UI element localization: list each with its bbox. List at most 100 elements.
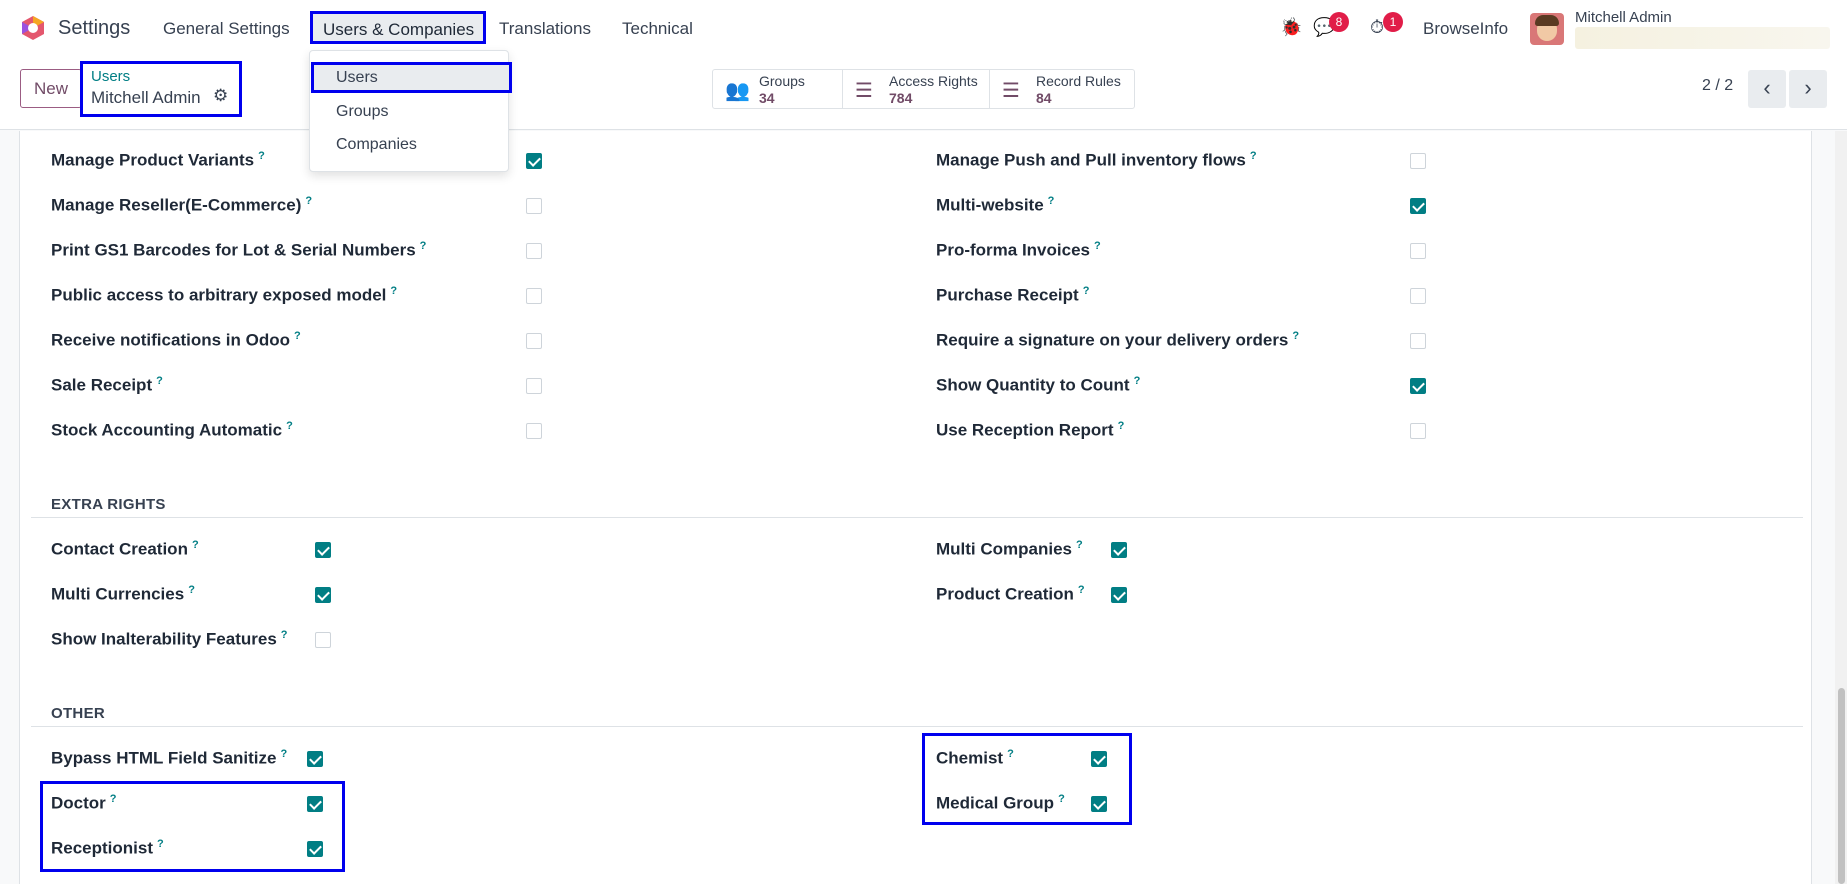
- field-label-text: Require a signature on your delivery ord…: [936, 330, 1289, 350]
- section-title-extra-rights: EXTRA RIGHTS: [51, 496, 166, 513]
- help-tooltip-icon[interactable]: ?: [305, 195, 312, 207]
- field-label-text: Multi-website: [936, 195, 1044, 215]
- checkbox-manage-product-variants[interactable]: [526, 153, 542, 169]
- help-tooltip-icon[interactable]: ?: [1076, 539, 1083, 551]
- checkbox-contact-creation[interactable]: [315, 542, 331, 558]
- checkbox-bypass-html-field-sanitize[interactable]: [307, 751, 323, 767]
- field-label-print-gs1-barcodes-for-lot-serial-numbers: Print GS1 Barcodes for Lot & Serial Numb…: [51, 240, 426, 261]
- checkbox-print-gs1-barcodes-for-lot-serial-numbers[interactable]: [526, 243, 542, 259]
- list-icon: ☰: [1002, 80, 1020, 102]
- dropdown-item-companies[interactable]: Companies: [336, 136, 417, 154]
- help-tooltip-icon[interactable]: ?: [1292, 330, 1299, 342]
- highlight-box: [40, 781, 345, 872]
- help-tooltip-icon[interactable]: ?: [1250, 150, 1257, 162]
- checkbox-use-reception-report[interactable]: [1410, 423, 1426, 439]
- help-tooltip-icon[interactable]: ?: [1078, 584, 1085, 596]
- help-tooltip-icon[interactable]: ?: [420, 240, 427, 252]
- debug-bug-icon[interactable]: 🐞: [1280, 17, 1302, 38]
- record-rules-smart-button[interactable]: ☰ Record Rules 84: [990, 70, 1134, 108]
- menu-translations[interactable]: Translations: [499, 19, 591, 39]
- checkbox-receive-notifications-in-odoo[interactable]: [526, 333, 542, 349]
- field-label-manage-product-variants: Manage Product Variants?: [51, 150, 265, 171]
- users-companies-dropdown: Users Groups Companies: [309, 50, 512, 172]
- field-label-stock-accounting-automatic: Stock Accounting Automatic?: [51, 420, 293, 441]
- access-rights-smart-button[interactable]: ☰ Access Rights 784: [843, 70, 990, 108]
- checkbox-multi-website[interactable]: [1410, 198, 1426, 214]
- user-menu-name[interactable]: Mitchell Admin: [1575, 9, 1672, 26]
- smart-button-count: 784: [889, 90, 913, 106]
- help-tooltip-icon[interactable]: ?: [1118, 420, 1125, 432]
- checkbox-product-creation[interactable]: [1111, 587, 1127, 603]
- checkbox-stock-accounting-automatic[interactable]: [526, 423, 542, 439]
- groups-smart-button[interactable]: 👥 Groups 34: [713, 70, 843, 108]
- field-label-multi-website: Multi-website?: [936, 195, 1054, 216]
- smart-button-label: Access Rights: [889, 73, 978, 89]
- messages-badge: 8: [1329, 12, 1349, 32]
- activities-badge: 1: [1383, 12, 1403, 32]
- help-tooltip-icon[interactable]: ?: [294, 330, 301, 342]
- checkbox-pro-forma-invoices[interactable]: [1410, 243, 1426, 259]
- section-divider: [31, 517, 1803, 518]
- chevron-left-icon: ‹: [1763, 75, 1771, 100]
- checkbox-show-inalterability-features[interactable]: [315, 632, 331, 648]
- gear-icon[interactable]: ⚙: [213, 86, 228, 106]
- help-tooltip-icon[interactable]: ?: [1094, 240, 1101, 252]
- field-label-purchase-receipt: Purchase Receipt?: [936, 285, 1089, 306]
- checkbox-multi-companies[interactable]: [1111, 542, 1127, 558]
- field-label-text: Stock Accounting Automatic: [51, 420, 283, 440]
- help-tooltip-icon[interactable]: ?: [1048, 195, 1055, 207]
- field-label-text: Manage Reseller(E-Commerce): [51, 195, 302, 215]
- help-tooltip-icon[interactable]: ?: [188, 584, 195, 596]
- odoo-logo-icon[interactable]: [20, 15, 46, 41]
- field-label-manage-reseller-e-commerce: Manage Reseller(E-Commerce)?: [51, 195, 312, 216]
- menu-users-companies[interactable]: Users & Companies: [310, 11, 486, 44]
- checkbox-manage-reseller-e-commerce[interactable]: [526, 198, 542, 214]
- field-label-text: Sale Receipt: [51, 375, 153, 395]
- help-tooltip-icon[interactable]: ?: [280, 748, 287, 760]
- checkbox-manage-push-and-pull-inventory-flows[interactable]: [1410, 153, 1426, 169]
- dropdown-item-users[interactable]: Users: [311, 62, 512, 93]
- field-label-public-access-to-arbitrary-exposed-model: Public access to arbitrary exposed model…: [51, 285, 397, 306]
- field-label-receive-notifications-in-odoo: Receive notifications in Odoo?: [51, 330, 301, 351]
- help-tooltip-icon[interactable]: ?: [192, 539, 199, 551]
- help-tooltip-icon[interactable]: ?: [1134, 375, 1141, 387]
- dropdown-item-groups[interactable]: Groups: [336, 103, 388, 121]
- pager-next-button[interactable]: ›: [1789, 70, 1827, 108]
- field-label-text: Multi Currencies: [51, 584, 185, 604]
- breadcrumb-users-link[interactable]: Users: [91, 68, 130, 85]
- app-title[interactable]: Settings: [58, 17, 130, 40]
- help-tooltip-icon[interactable]: ?: [390, 285, 397, 297]
- top-navbar: Settings General Settings Users & Compan…: [0, 0, 1847, 57]
- field-label-product-creation: Product Creation?: [936, 584, 1085, 605]
- scrollbar-thumb[interactable]: [1838, 688, 1845, 884]
- field-label-text: Bypass HTML Field Sanitize: [51, 748, 277, 768]
- smart-button-label: Record Rules: [1036, 73, 1121, 89]
- help-tooltip-icon[interactable]: ?: [156, 375, 163, 387]
- help-tooltip-icon[interactable]: ?: [286, 420, 293, 432]
- field-label-text: Purchase Receipt: [936, 285, 1079, 305]
- pager-previous-button[interactable]: ‹: [1748, 70, 1786, 108]
- field-label-show-inalterability-features: Show Inalterability Features?: [51, 629, 288, 650]
- user-avatar[interactable]: [1530, 13, 1564, 45]
- menu-technical[interactable]: Technical: [622, 19, 693, 39]
- checkbox-purchase-receipt[interactable]: [1410, 288, 1426, 304]
- field-label-multi-companies: Multi Companies?: [936, 539, 1083, 560]
- help-tooltip-icon[interactable]: ?: [281, 629, 288, 641]
- new-button[interactable]: New: [20, 69, 82, 108]
- activities-clock-icon[interactable]: ⏱: [1370, 17, 1384, 38]
- help-tooltip-icon[interactable]: ?: [258, 150, 265, 162]
- checkbox-show-quantity-to-count[interactable]: [1410, 378, 1426, 394]
- field-label-use-reception-report: Use Reception Report?: [936, 420, 1124, 441]
- checkbox-require-a-signature-on-your-delivery-orders[interactable]: [1410, 333, 1426, 349]
- pager-value[interactable]: 2 / 2: [1702, 77, 1733, 95]
- checkbox-public-access-to-arbitrary-exposed-model[interactable]: [526, 288, 542, 304]
- menu-general-settings[interactable]: General Settings: [163, 19, 290, 39]
- checkbox-multi-currencies[interactable]: [315, 587, 331, 603]
- field-label-multi-currencies: Multi Currencies?: [51, 584, 195, 605]
- help-tooltip-icon[interactable]: ?: [1083, 285, 1090, 297]
- dropdown-item-label: Users: [336, 69, 378, 86]
- company-switcher[interactable]: BrowseInfo: [1423, 19, 1508, 39]
- field-label-text: Receive notifications in Odoo: [51, 330, 290, 350]
- field-label-text: Use Reception Report: [936, 420, 1114, 440]
- checkbox-sale-receipt[interactable]: [526, 378, 542, 394]
